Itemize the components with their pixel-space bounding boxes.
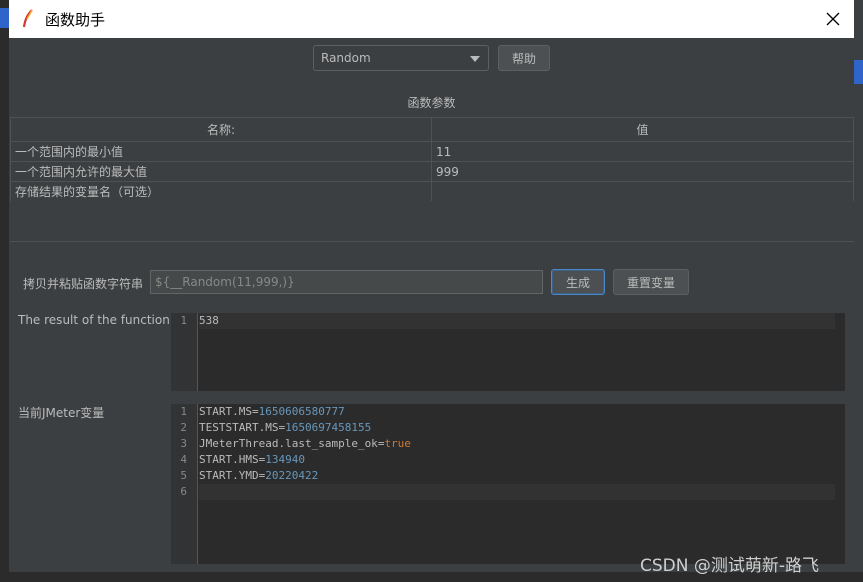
variable-entry: TESTSTART.MS=1650697458155: [199, 421, 372, 434]
param-name: 一个范围内的最小值: [10, 141, 432, 162]
table-row[interactable]: 一个范围内的最小值 11: [10, 141, 854, 162]
table-row[interactable]: 存储结果的变量名（可选）: [10, 181, 854, 202]
variable-value: 1650697458155: [285, 421, 372, 434]
variable-value: 20220422: [265, 469, 319, 482]
function-string-field[interactable]: ${__Random(11,999,)}: [150, 270, 543, 294]
copy-paste-label: 拷贝并粘贴函数字符串: [23, 277, 144, 291]
param-value[interactable]: [431, 181, 854, 202]
column-header-name[interactable]: 名称:: [10, 117, 432, 142]
params-table: 名称: 值 一个范围内的最小值 11 一个范围内允许的最大值 999 存储结果的…: [10, 117, 854, 202]
params-header-row: 名称: 值: [10, 117, 854, 142]
variable-key: START.MS: [199, 405, 252, 418]
variable-key: JMeterThread.last_sample_ok: [199, 437, 378, 450]
editor-line: 1 538: [171, 313, 845, 329]
variable-entry: START.MS=1650606580777: [199, 405, 345, 418]
current-line-highlight: [199, 484, 835, 500]
variable-value: 134940: [265, 453, 305, 466]
background-right: [854, 0, 863, 582]
param-name: 存储结果的变量名（可选）: [10, 181, 432, 202]
table-row[interactable]: 一个范围内允许的最大值 999: [10, 161, 854, 182]
function-select-value: Random: [321, 51, 371, 65]
line-number: 1: [180, 314, 187, 327]
line-number: 4: [180, 453, 187, 466]
column-header-value[interactable]: 值: [431, 117, 854, 142]
editor-line: 5 START.YMD=20220422: [171, 468, 845, 484]
line-number: 1: [180, 405, 187, 418]
generate-button[interactable]: 生成: [551, 269, 605, 295]
editor-line: 2 TESTSTART.MS=1650697458155: [171, 420, 845, 436]
param-value[interactable]: 999: [431, 161, 854, 182]
line-number: 3: [180, 437, 187, 450]
editor-line: 4 START.HMS=134940: [171, 452, 845, 468]
watermark: CSDN @测试萌新-路飞: [640, 556, 820, 576]
title-bar[interactable]: 函数助手: [9, 0, 854, 38]
current-line-highlight: [199, 313, 835, 329]
editor-line: 3 JMeterThread.last_sample_ok=true: [171, 436, 845, 452]
line-number: 2: [180, 421, 187, 434]
close-icon: [826, 12, 840, 26]
variable-key: TESTSTART.MS: [199, 421, 279, 434]
result-editor[interactable]: 1 538: [171, 313, 845, 391]
variable-entry: START.YMD=20220422: [199, 469, 319, 482]
result-label: The result of the function is: [18, 313, 184, 327]
variable-entry: JMeterThread.last_sample_ok=true: [199, 437, 411, 450]
reset-variables-button[interactable]: 重置变量: [613, 269, 689, 295]
jmeter-variables-editor[interactable]: 1 START.MS=1650606580777 2 TESTSTART.MS=…: [171, 404, 845, 564]
feather-icon: [22, 9, 33, 28]
help-button[interactable]: 帮助: [498, 45, 550, 71]
function-helper-dialog: 函数助手 Random 帮助 函数参数 名称: 值 一个范围内的最小值 11 一…: [9, 0, 854, 582]
line-number: 5: [180, 469, 187, 482]
params-section-title: 函数参数: [407, 96, 456, 110]
background-left: [0, 0, 9, 582]
function-select[interactable]: Random: [313, 45, 489, 71]
jmeter-variables-label: 当前JMeter变量: [18, 406, 105, 420]
editor-line: 6: [171, 484, 845, 500]
variable-key: START.YMD: [199, 469, 259, 482]
variable-value: 1650606580777: [258, 405, 345, 418]
editor-line: 1 START.MS=1650606580777: [171, 404, 845, 420]
close-button[interactable]: [822, 8, 844, 30]
window-title: 函数助手: [45, 10, 106, 29]
variable-key: START.HMS: [199, 453, 259, 466]
param-value[interactable]: 11: [431, 141, 854, 162]
variable-value: true: [384, 437, 411, 450]
result-value: 538: [199, 314, 219, 327]
param-name: 一个范围内允许的最大值: [10, 161, 432, 182]
params-table-empty-area: [10, 201, 854, 242]
chevron-down-icon: [470, 56, 480, 62]
variable-entry: START.HMS=134940: [199, 453, 305, 466]
line-number: 6: [180, 485, 187, 498]
